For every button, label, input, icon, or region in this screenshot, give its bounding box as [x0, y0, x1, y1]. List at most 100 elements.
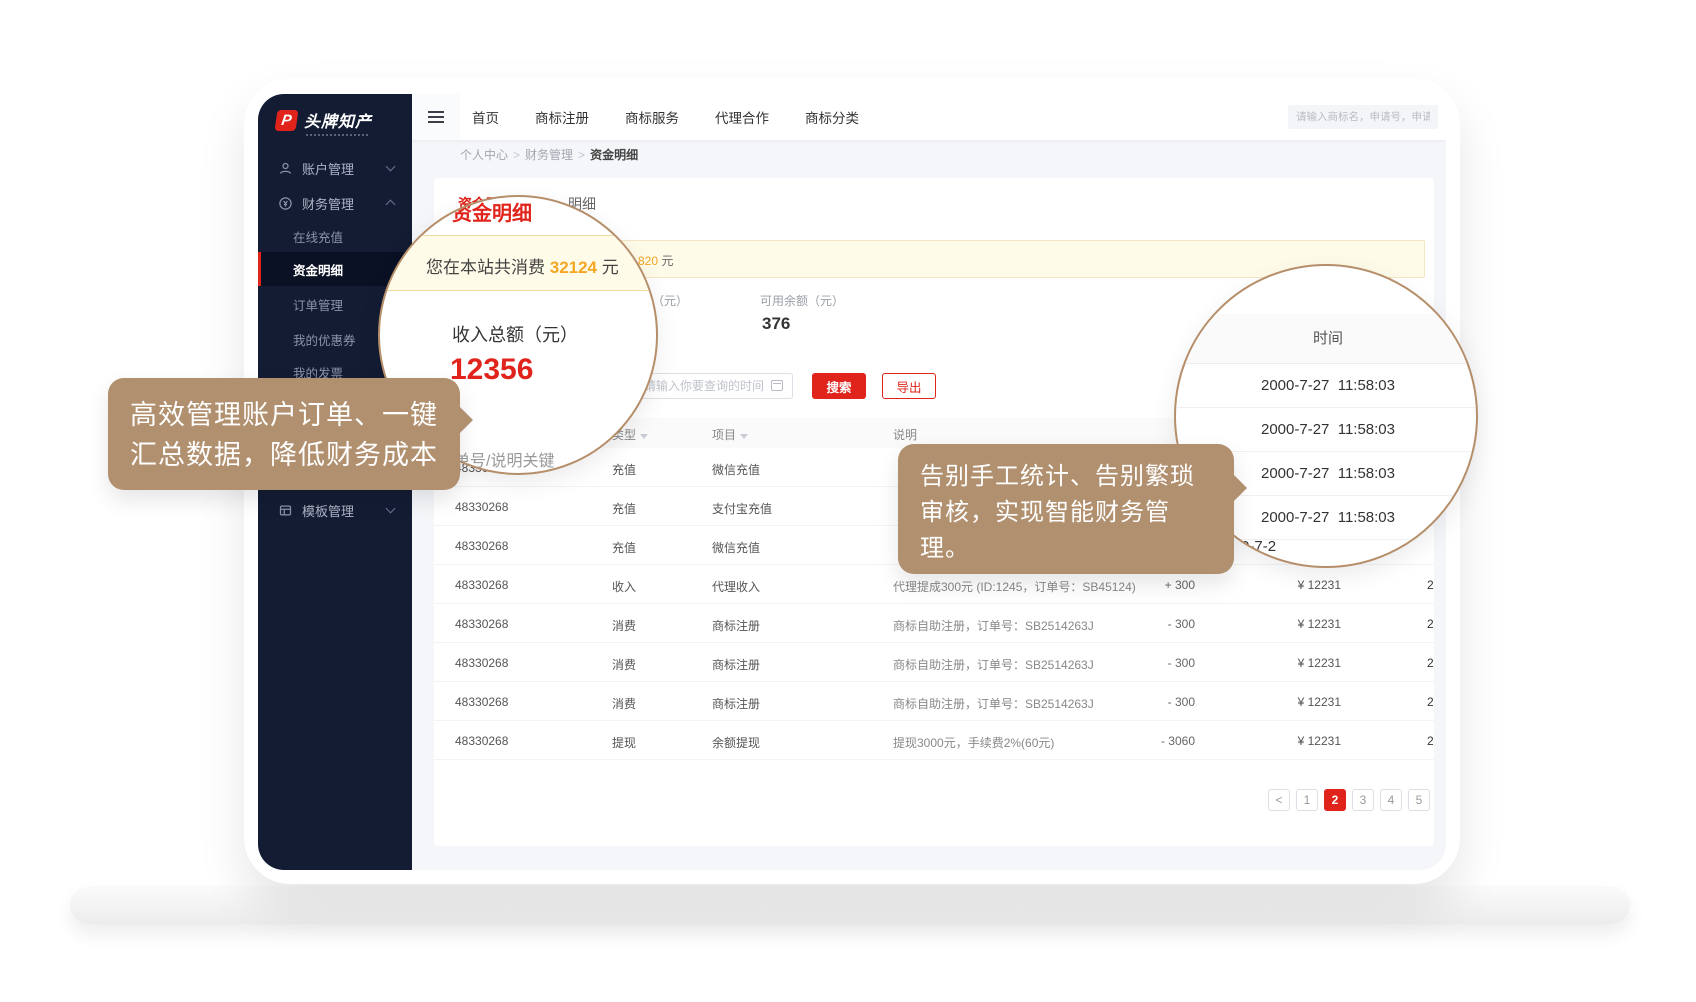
pagination-prev-button[interactable]: <	[1268, 789, 1290, 811]
nav-link[interactable]: 商标服务	[625, 107, 679, 127]
table-row[interactable]: 48330268 消费 商标注册 商标自助注册，订单号：SB2514263J -…	[434, 604, 1434, 643]
cell-project: 商标注册	[712, 656, 760, 673]
magnified-banner-unit: 元	[597, 258, 619, 277]
cell-time: 2000-7-27 11:58:03	[1427, 734, 1434, 748]
breadcrumb-separator: >	[578, 148, 585, 162]
pagination-page-5[interactable]: 5	[1408, 789, 1430, 811]
pagination-page-4[interactable]: 4	[1380, 789, 1402, 811]
cell-order-number: 48330268	[455, 695, 508, 709]
laptop-base	[70, 886, 1630, 924]
chevron-down-icon	[386, 162, 396, 172]
search-button[interactable]: 搜索	[812, 373, 866, 399]
callout-right: 告别手工统计、告别繁琐审核，实现智能财务管理。	[898, 444, 1234, 574]
cell-project: 支付宝充值	[712, 500, 772, 517]
brand-logo-icon: P	[275, 110, 299, 131]
cell-type: 消费	[612, 656, 636, 673]
magnified-income-label: 收入总额（元）	[452, 321, 578, 347]
cell-type: 消费	[612, 617, 636, 634]
cell-project: 商标注册	[712, 617, 760, 634]
cell-project: 微信充值	[712, 461, 760, 478]
user-icon	[278, 161, 293, 176]
cell-type: 充值	[612, 500, 636, 517]
callout-left: 高效管理账户订单、一键汇总数据，降低财务成本	[108, 378, 460, 490]
export-button[interactable]: 导出	[882, 373, 936, 399]
table-row[interactable]: 48330268 消费 商标注册 商标自助注册，订单号：SB2514263J -…	[434, 682, 1434, 721]
cell-time: 2000-7-27 11:58:03	[1427, 695, 1434, 709]
breadcrumb: 个人中心 > 财务管理 > 资金明细	[460, 146, 638, 163]
cell-description: 商标自助注册，订单号：SB2514263J	[893, 695, 1094, 712]
cell-balance: ¥ 12231	[1251, 578, 1341, 592]
brand-name: 头牌知产	[304, 108, 372, 132]
cell-order-number: 48330268	[455, 578, 508, 592]
header-project[interactable]: 项目	[712, 426, 748, 443]
brand-logo[interactable]: P 头牌知产	[276, 108, 372, 132]
cell-amount: + 300	[1085, 578, 1195, 592]
nav-link[interactable]: 商标注册	[535, 107, 589, 127]
finance-icon	[278, 196, 293, 211]
cell-order-number: 48330268	[455, 734, 508, 748]
cell-description: 商标自助注册，订单号：SB2514263J	[893, 656, 1094, 673]
banner-tail-unit: 元	[661, 254, 673, 268]
trademark-search-input[interactable]	[1288, 105, 1438, 129]
cell-balance: ¥ 12231	[1251, 695, 1341, 709]
cell-amount: - 300	[1085, 617, 1195, 631]
cell-type: 消费	[612, 695, 636, 712]
cell-balance: ¥ 12231	[1251, 617, 1341, 631]
table-row[interactable]: 48330268 消费 商标注册 商标自助注册，订单号：SB2514263J -…	[434, 643, 1434, 682]
nav-link[interactable]: 商标分类	[805, 107, 859, 127]
brand-logo-subtext	[306, 134, 368, 136]
pagination-page-3[interactable]: 3	[1352, 789, 1374, 811]
available-balance-label: 可用余额（元）	[760, 292, 844, 309]
sidebar-item-account[interactable]: 账户管理	[258, 151, 412, 185]
magnified-time-header: 时间	[1176, 314, 1478, 364]
magnified-banner-amount: 32124	[550, 258, 597, 277]
cell-time: 2000-7-27 11:58:03	[1427, 617, 1434, 631]
sidebar-item-label: 订单管理	[293, 295, 343, 314]
cell-project: 余额提现	[712, 734, 760, 751]
cell-description: 提现3000元，手续费2%(60元)	[893, 734, 1054, 751]
cell-type: 收入	[612, 578, 636, 595]
cell-type: 充值	[612, 539, 636, 556]
pagination: < 1 2 3 4 5 5	[434, 789, 1434, 811]
top-nav-links: 首页 商标注册 商标服务 代理合作 商标分类	[472, 94, 859, 140]
pagination-page-1[interactable]: 1	[1296, 789, 1318, 811]
sidebar-item-label: 模板管理	[302, 501, 354, 520]
sidebar-item-label: 我的优惠券	[293, 330, 356, 349]
cell-order-number: 48330268	[455, 617, 508, 631]
magnified-time-row: 2000-7-27 11:58:03	[1176, 364, 1478, 408]
table-row[interactable]: 48330268 提现 余额提现 提现3000元，手续费2%(60元) - 30…	[434, 721, 1434, 760]
cell-order-number: 48330268	[455, 500, 508, 514]
cell-balance: ¥ 12231	[1251, 734, 1341, 748]
nav-link[interactable]: 代理合作	[715, 107, 769, 127]
cell-amount: - 300	[1085, 695, 1195, 709]
sidebar-item-label: 财务管理	[302, 194, 354, 213]
cell-project: 代理收入	[712, 578, 760, 595]
nav-link[interactable]: 首页	[472, 107, 499, 127]
sort-caret-icon	[740, 434, 748, 439]
cell-type: 充值	[612, 461, 636, 478]
pagination-page-2-active[interactable]: 2	[1324, 789, 1346, 811]
available-balance-value: 376	[762, 314, 790, 334]
sidebar-item-finance[interactable]: 财务管理	[258, 186, 412, 220]
sort-caret-icon	[640, 434, 648, 439]
cell-amount: - 300	[1085, 656, 1195, 670]
breadcrumb-separator: >	[513, 148, 520, 162]
date-query-input[interactable]	[633, 373, 793, 399]
sidebar-item-templates[interactable]: 模板管理	[258, 493, 412, 527]
chevron-down-icon	[386, 504, 396, 514]
breadcrumb-current: 资金明细	[590, 148, 638, 162]
header-project-label: 项目	[712, 428, 736, 442]
breadcrumb-home[interactable]: 个人中心	[460, 148, 508, 162]
cell-amount: - 3060	[1085, 734, 1195, 748]
cell-time: 2000-7-27 11:58:03	[1427, 578, 1434, 592]
magnified-banner-prefix: 您在本站共消费	[426, 258, 550, 277]
top-navbar: 首页 商标注册 商标服务 代理合作 商标分类	[412, 94, 1446, 140]
template-icon	[278, 503, 293, 518]
breadcrumb-section[interactable]: 财务管理	[525, 148, 573, 162]
hamburger-menu-icon[interactable]	[412, 94, 460, 140]
magnified-tab-label: 资金明细	[452, 197, 532, 226]
magnified-banner-text: 您在本站共消费 32124 元	[426, 253, 619, 278]
sidebar-item-label: 在线充值	[293, 227, 343, 246]
calendar-icon	[771, 380, 783, 391]
sidebar-item-label: 资金明细	[293, 260, 343, 279]
